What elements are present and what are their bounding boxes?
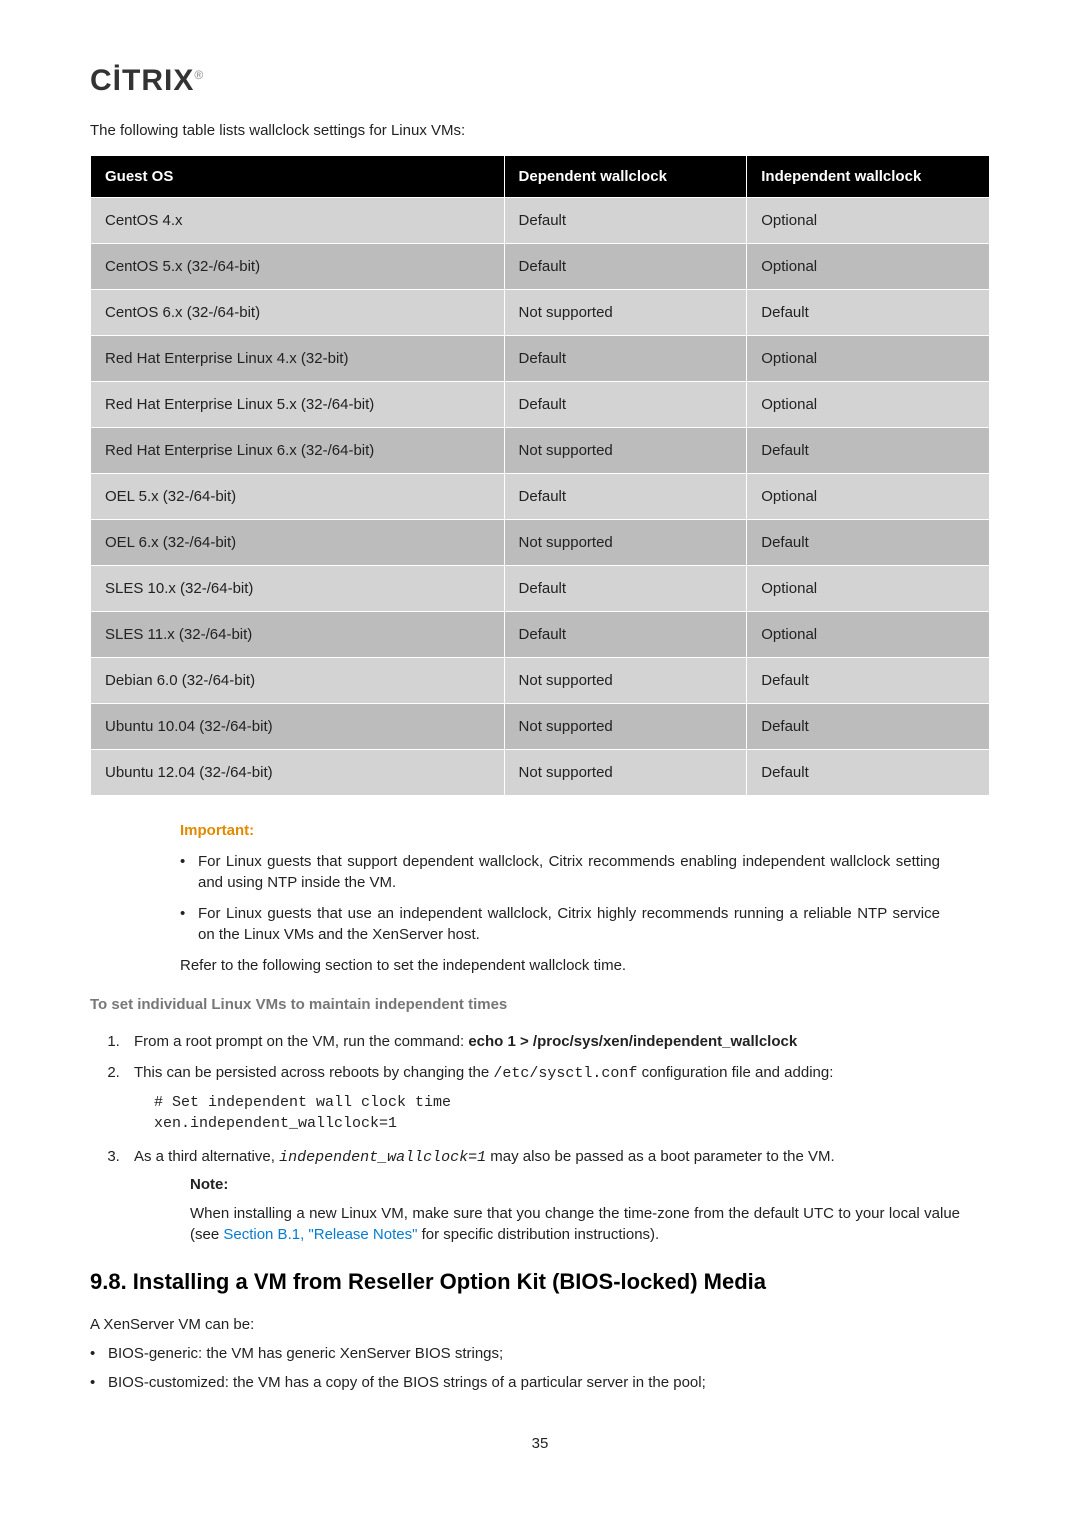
table-row: Ubuntu 10.04 (32-/64-bit)Not supportedDe… [91,704,990,750]
cell-dep: Not supported [504,290,747,336]
step-1-pre: From a root prompt on the VM, run the co… [134,1033,468,1050]
table-row: Red Hat Enterprise Linux 5.x (32-/64-bit… [91,382,990,428]
step-2-file: /etc/sysctl.conf [493,1065,637,1082]
steps-list: From a root prompt on the VM, run the co… [90,1031,990,1245]
logo-text: CİTRIX [90,64,194,97]
note-text: When installing a new Linux VM, make sur… [190,1203,960,1245]
table-row: Debian 6.0 (32-/64-bit)Not supportedDefa… [91,658,990,704]
cell-os: Red Hat Enterprise Linux 6.x (32-/64-bit… [91,428,505,474]
cell-ind: Optional [747,198,990,244]
cell-ind: Optional [747,612,990,658]
body-intro: A XenServer VM can be: [90,1314,990,1335]
step-3-param: independent_wallclock=1 [279,1149,486,1166]
step-1-cmd: echo 1 > /proc/sys/xen/independent_wallc… [468,1033,797,1050]
note-block: Note: When installing a new Linux VM, ma… [134,1174,990,1245]
cell-ind: Default [747,290,990,336]
important-item: For Linux guests that use an independent… [180,903,940,945]
cell-os: OEL 5.x (32-/64-bit) [91,474,505,520]
note-link[interactable]: Section B.1, "Release Notes" [223,1226,417,1243]
table-row: SLES 11.x (32-/64-bit)DefaultOptional [91,612,990,658]
cell-dep: Default [504,198,747,244]
table-row: OEL 5.x (32-/64-bit)DefaultOptional [91,474,990,520]
logo-reg: ® [194,68,204,82]
cell-os: Debian 6.0 (32-/64-bit) [91,658,505,704]
step-1: From a root prompt on the VM, run the co… [124,1031,990,1052]
th-dependent: Dependent wallclock [504,156,747,198]
body-item: BIOS-customized: the VM has a copy of th… [90,1372,990,1393]
table-row: CentOS 5.x (32-/64-bit)DefaultOptional [91,244,990,290]
cell-os: CentOS 4.x [91,198,505,244]
cell-dep: Not supported [504,428,747,474]
step-3-post: may also be passed as a boot parameter t… [486,1148,835,1165]
cell-ind: Default [747,750,990,796]
table-row: Red Hat Enterprise Linux 6.x (32-/64-bit… [91,428,990,474]
cell-dep: Default [504,566,747,612]
body-list: BIOS-generic: the VM has generic XenServ… [90,1343,990,1393]
cell-ind: Optional [747,244,990,290]
cell-ind: Optional [747,566,990,612]
step-2-code: # Set independent wall clock time xen.in… [154,1092,990,1134]
th-independent: Independent wallclock [747,156,990,198]
table-row: Ubuntu 12.04 (32-/64-bit)Not supportedDe… [91,750,990,796]
cell-dep: Default [504,474,747,520]
cell-ind: Optional [747,474,990,520]
cell-ind: Default [747,704,990,750]
cell-os: SLES 11.x (32-/64-bit) [91,612,505,658]
cell-dep: Default [504,382,747,428]
cell-ind: Optional [747,336,990,382]
table-row: SLES 10.x (32-/64-bit)DefaultOptional [91,566,990,612]
cell-os: CentOS 5.x (32-/64-bit) [91,244,505,290]
step-3: As a third alternative, independent_wall… [124,1146,990,1245]
important-label: Important: [180,820,940,841]
cell-dep: Not supported [504,704,747,750]
cell-dep: Not supported [504,750,747,796]
cell-dep: Default [504,244,747,290]
table-row: OEL 6.x (32-/64-bit)Not supportedDefault [91,520,990,566]
table-row: Red Hat Enterprise Linux 4.x (32-bit)Def… [91,336,990,382]
cell-os: OEL 6.x (32-/64-bit) [91,520,505,566]
intro-text: The following table lists wallclock sett… [90,120,990,141]
step-2: This can be persisted across reboots by … [124,1062,990,1134]
cell-ind: Default [747,428,990,474]
cell-dep: Default [504,336,747,382]
step-2-pre: This can be persisted across reboots by … [134,1064,493,1081]
cell-ind: Optional [747,382,990,428]
page-number: 35 [90,1433,990,1454]
wallclock-table: Guest OS Dependent wallclock Independent… [90,155,990,796]
section-title: 9.8. Installing a VM from Reseller Optio… [90,1267,990,1298]
table-row: CentOS 4.xDefaultOptional [91,198,990,244]
cell-os: Ubuntu 12.04 (32-/64-bit) [91,750,505,796]
note-post: for specific distribution instructions). [417,1226,659,1243]
table-row: CentOS 6.x (32-/64-bit)Not supportedDefa… [91,290,990,336]
th-guest-os: Guest OS [91,156,505,198]
cell-os: Ubuntu 10.04 (32-/64-bit) [91,704,505,750]
cell-dep: Default [504,612,747,658]
step-3-pre: As a third alternative, [134,1148,279,1165]
cell-os: Red Hat Enterprise Linux 4.x (32-bit) [91,336,505,382]
important-block: Important: For Linux guests that support… [90,820,990,976]
logo: CİTRIX® [90,60,990,102]
step-2-post: configuration file and adding: [637,1064,833,1081]
important-refer: Refer to the following section to set th… [180,955,940,976]
subheading: To set individual Linux VMs to maintain … [90,994,990,1015]
cell-os: CentOS 6.x (32-/64-bit) [91,290,505,336]
cell-os: SLES 10.x (32-/64-bit) [91,566,505,612]
cell-dep: Not supported [504,520,747,566]
body-item: BIOS-generic: the VM has generic XenServ… [90,1343,990,1364]
note-label: Note: [190,1174,960,1195]
cell-ind: Default [747,658,990,704]
cell-ind: Default [747,520,990,566]
important-item: For Linux guests that support dependent … [180,851,940,893]
cell-dep: Not supported [504,658,747,704]
cell-os: Red Hat Enterprise Linux 5.x (32-/64-bit… [91,382,505,428]
